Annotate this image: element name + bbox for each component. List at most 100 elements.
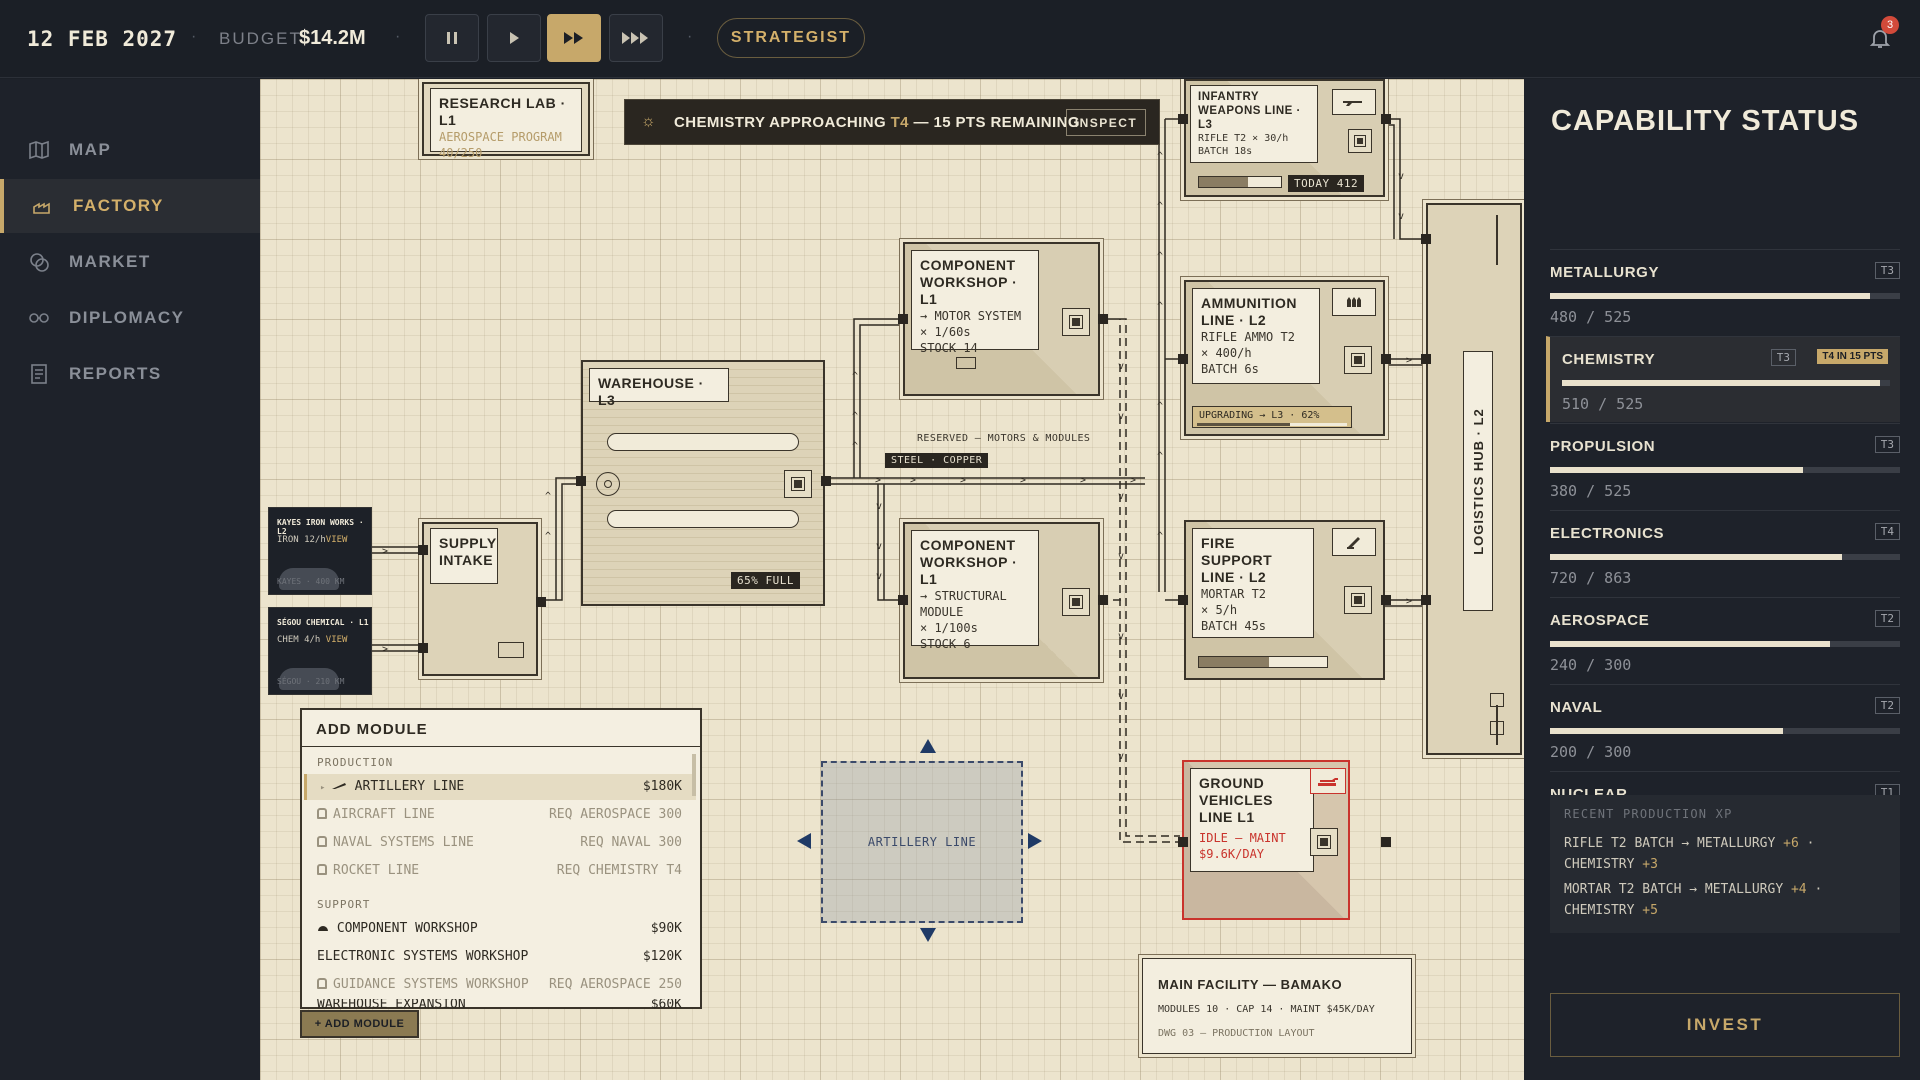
capability-propulsion[interactable]: PROPULSION T3 380 / 525 (1550, 423, 1900, 509)
svg-text:v: v (876, 571, 882, 582)
module-settings-icon[interactable] (1310, 828, 1338, 856)
output-port (536, 597, 546, 607)
sidebar-item-market[interactable]: MARKET (0, 235, 260, 289)
panel-title: CAPABILITY STATUS (1551, 105, 1860, 137)
budget-value: $14.2M (299, 27, 366, 49)
game-date: 12 FEB 2027 (27, 27, 178, 51)
sun-icon: ☼ (641, 113, 656, 130)
module-settings-icon[interactable] (1062, 308, 1090, 336)
module-settings-icon[interactable] (1348, 129, 1372, 153)
maintenance-cost: $9.6K/DAY (1199, 847, 1265, 861)
artillery-icon (331, 783, 346, 789)
capability-aerospace[interactable]: AEROSPACE T2 240 / 300 (1550, 597, 1900, 683)
input-port (1421, 595, 1431, 605)
workshop-output: → MOTOR SYSTEM (920, 309, 1022, 323)
capability-progress-bar (1550, 641, 1900, 647)
module-title: INFANTRY WEAPONS LINE · L3 (1198, 91, 1301, 131)
svg-text:^: ^ (1157, 531, 1163, 542)
output-port (1098, 595, 1108, 605)
capability-value: 720 / 863 (1550, 569, 1632, 587)
option-price: $90K (650, 921, 682, 936)
facility-title-block: MAIN FACILITY — BAMAKO MODULES 10 · CAP … (1142, 958, 1412, 1054)
fast-forward-button[interactable] (547, 14, 601, 62)
option-name: COMPONENT WORKSHOP (317, 921, 478, 936)
placement-ghost[interactable]: ARTILLERY LINE (821, 761, 1023, 923)
component-workshop-structural-module[interactable]: COMPONENT WORKSHOP · L1 → STRUCTURAL MOD… (903, 522, 1100, 679)
capability-naval[interactable]: NAVAL T2 200 / 300 (1550, 684, 1900, 770)
sidebar-item-diplomacy[interactable]: DIPLOMACY (0, 291, 260, 345)
separator-dot: · (687, 28, 693, 45)
production-progress (1198, 176, 1282, 188)
module-settings-icon[interactable] (784, 470, 812, 498)
module-settings-icon[interactable] (1344, 346, 1372, 374)
module-title: COMPONENT WORKSHOP · L1 (920, 257, 1018, 307)
svg-text:>: > (1130, 475, 1136, 486)
input-port (576, 476, 586, 486)
output-port (1381, 595, 1391, 605)
sidebar-item-factory[interactable]: FACTORY (0, 179, 260, 233)
inspect-button[interactable]: INSPECT (1066, 109, 1146, 136)
line-rate: × 400/h (1201, 346, 1252, 360)
component-workshop-motor-module[interactable]: COMPONENT WORKSHOP · L1 → MOTOR SYSTEM ×… (903, 242, 1100, 396)
module-settings-icon[interactable] (1344, 586, 1372, 614)
supply-intake-label: SUPPLY INTAKE (430, 528, 498, 584)
research-lab-label: RESEARCH LAB · L1 AEROSPACE PROGRAM 40/2… (430, 88, 582, 160)
svg-text:^: ^ (1157, 201, 1163, 212)
move-down-arrow-icon[interactable] (920, 928, 936, 942)
supplier-card-kayes[interactable]: KAYES IRON WORKS · L2 IRON 12/hVIEW KAYE… (268, 507, 372, 595)
tier-badge: T3 (1770, 349, 1796, 366)
svg-text:v: v (1118, 691, 1124, 702)
infantry-weapons-line-module[interactable]: INFANTRY WEAPONS LINE · L3 RIFLE T2 × 30… (1184, 79, 1385, 197)
workshop-label: COMPONENT WORKSHOP · L1 → STRUCTURAL MOD… (911, 530, 1039, 651)
module-option-warehouse-expansion[interactable]: WAREHOUSE EXPANSION $60K (304, 999, 696, 1009)
line-batch: BATCH 18s (1198, 146, 1253, 157)
add-module-button[interactable]: + ADD MODULE (300, 1010, 419, 1038)
workshop-label: COMPONENT WORKSHOP · L1 → MOTOR SYSTEM ×… (911, 250, 1039, 355)
move-up-arrow-icon[interactable] (920, 739, 936, 753)
svg-text:v: v (1118, 751, 1124, 762)
fastest-button[interactable] (609, 14, 663, 62)
capability-electronics[interactable]: ELECTRONICS T4 720 / 863 (1550, 510, 1900, 596)
workshop-output: → STRUCTURAL (920, 589, 1007, 603)
option-requirement: REQ NAVAL 300 (580, 835, 682, 850)
rifle-icon (1332, 89, 1376, 115)
play-button[interactable] (487, 14, 541, 62)
module-option-electronic-workshop[interactable]: ELECTRONIC SYSTEMS WORKSHOP $120K (304, 944, 696, 970)
supplier-card-segou[interactable]: SÉGOU CHEMICAL · L1 CHEM 4/h VIEW SÉGOU … (268, 607, 372, 695)
warehouse-module[interactable]: WAREHOUSE · L3 65% FULL (581, 360, 825, 606)
production-line-label: INFANTRY WEAPONS LINE · L3 RIFLE T2 × 30… (1190, 85, 1318, 163)
svg-text:^: ^ (545, 491, 551, 502)
capability-name: CHEMISTRY (1562, 351, 1656, 368)
input-port (1421, 354, 1431, 364)
view-link[interactable]: VIEW (326, 535, 348, 545)
mode-button[interactable]: STRATEGIST (717, 18, 865, 58)
move-left-arrow-icon[interactable] (797, 833, 811, 849)
input-port (418, 545, 428, 555)
supply-intake-module[interactable]: SUPPLY INTAKE (422, 522, 538, 676)
separator-dot: · (395, 28, 401, 45)
scrollbar[interactable] (692, 754, 696, 796)
logistics-hub-module[interactable]: LOGISTICS HUB · L2 (1426, 203, 1522, 755)
storage-rack (607, 510, 799, 528)
module-option-artillery[interactable]: ▸ ARTILLERY LINE $180K (304, 774, 696, 800)
capability-chemistry[interactable]: CHEMISTRY T3 T4 IN 15 PTS 510 / 525 (1546, 336, 1900, 422)
sidebar-item-map[interactable]: MAP (0, 123, 260, 177)
ground-vehicles-line-module[interactable]: GROUND VEHICLES LINE L1 IDLE — MAINT $9.… (1182, 760, 1350, 920)
material-tag: STEEL · COPPER (885, 453, 989, 468)
view-link[interactable]: VIEW (326, 635, 348, 645)
top-bar: 12 FEB 2027 · BUDGET $14.2M · · STRATEGI… (0, 0, 1920, 78)
sidebar-item-reports[interactable]: REPORTS (0, 347, 260, 401)
research-lab-module[interactable]: RESEARCH LAB · L1 AEROSPACE PROGRAM 40/2… (422, 82, 590, 160)
move-right-arrow-icon[interactable] (1028, 833, 1042, 849)
fire-support-line-module[interactable]: FIRE SUPPORT LINE · L2 MORTAR T2 × 5/h B… (1184, 520, 1385, 680)
tier-badge: T2 (1874, 697, 1900, 714)
capability-metallurgy[interactable]: METALLURGY T3 480 / 525 (1550, 249, 1900, 335)
module-option-component-workshop[interactable]: COMPONENT WORKSHOP $90K (304, 916, 696, 942)
invest-button[interactable]: INVEST (1550, 993, 1900, 1057)
pause-button[interactable] (425, 14, 479, 62)
tier-badge: T2 (1874, 610, 1900, 627)
input-port (1178, 595, 1188, 605)
module-settings-icon[interactable] (1062, 588, 1090, 616)
facility-stats: MODULES 10 · CAP 14 · MAINT $45K/DAY (1158, 1004, 1375, 1015)
ammunition-line-module[interactable]: AMMUNITION LINE · L2 RIFLE AMMO T2 × 400… (1184, 280, 1385, 436)
